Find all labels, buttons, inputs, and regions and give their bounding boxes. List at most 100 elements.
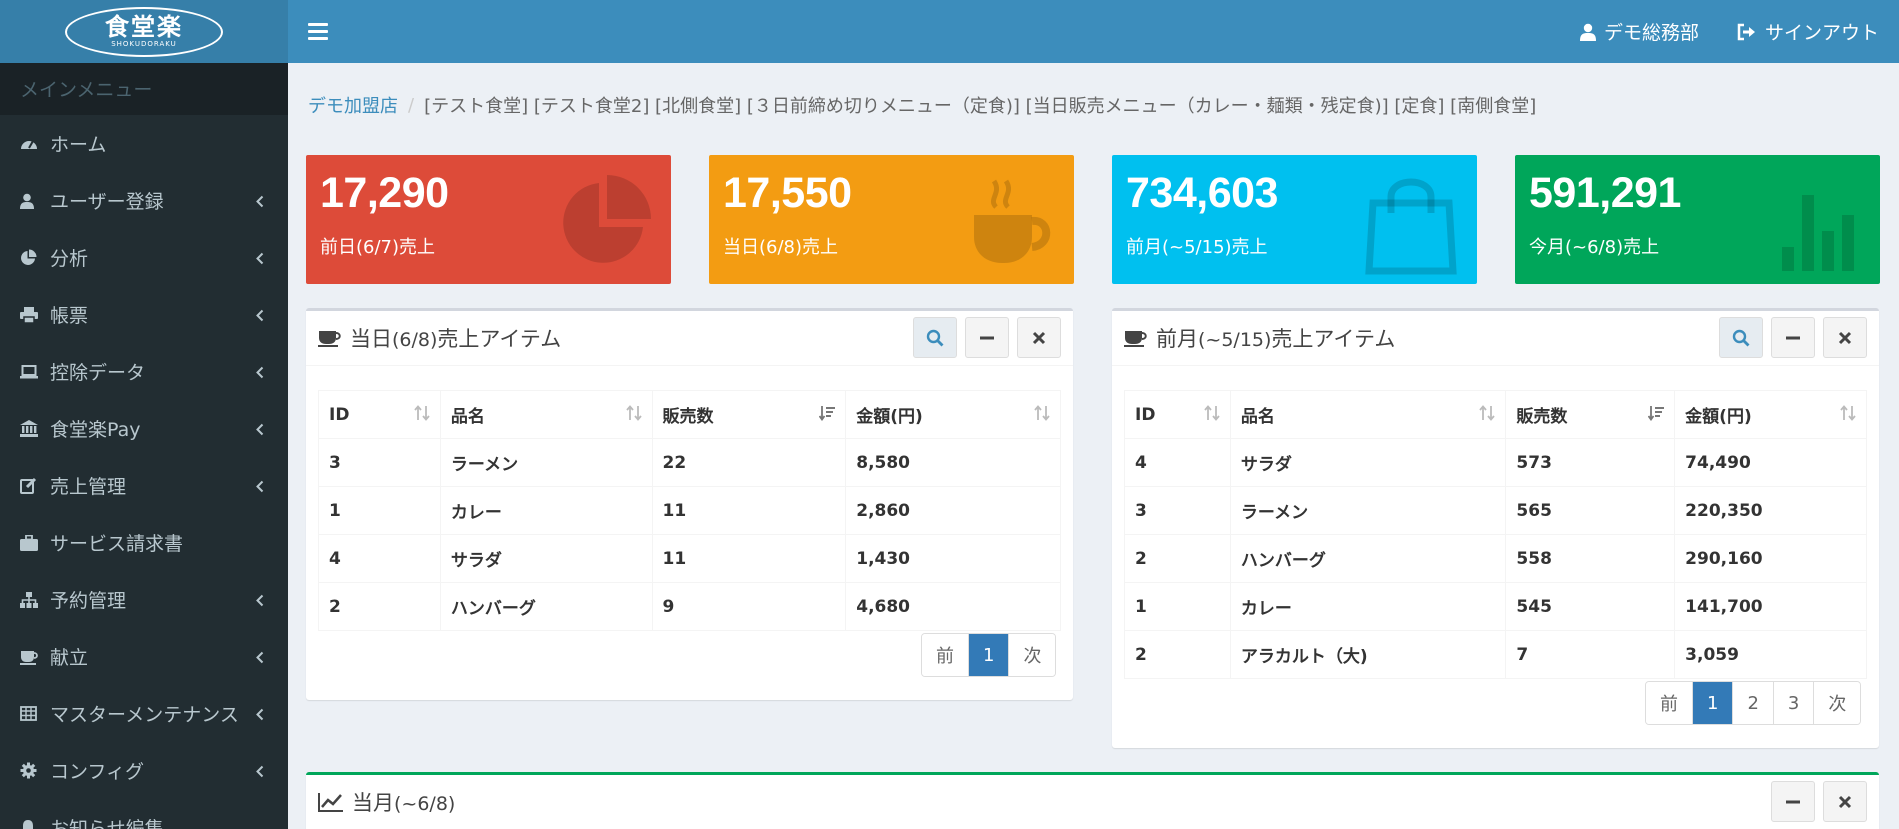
sidebar-item-label: ホーム [50,134,107,156]
sidebar-item[interactable]: マスターメンテナンス [0,685,288,742]
dashboard-icon [20,136,50,152]
gear-icon [20,762,50,779]
page-button[interactable]: 次 [1008,634,1056,676]
column-header[interactable]: ID [318,390,441,439]
page-button[interactable]: 1 [968,634,1009,676]
user-menu[interactable]: デモ総務部 [1579,18,1699,45]
table-cell: 74,490 [1674,438,1867,487]
panel-title-main: 当月 [352,791,394,815]
table-cell: サラダ [1229,438,1507,487]
sidebar-item[interactable]: 分析 [0,229,288,286]
sidebar-item-label: 献立 [50,647,89,669]
page-button[interactable]: 1 [1692,682,1733,724]
logo-subtext: SHOKUDORAKU [111,40,177,48]
column-header[interactable]: 販売数 [651,390,847,439]
table-cell: 4 [318,534,441,583]
search-button[interactable] [913,317,957,358]
sidebar: 食堂楽 SHOKUDORAKU メインメニュー ホーム ユーザー登録 分析 帳票 控除デ… [0,0,288,829]
column-header-label: 品名 [450,407,485,427]
column-header-label: 金額(円) [856,407,923,427]
line-chart-icon [318,793,343,812]
stat-box-this-month: 591,291 今月(~6/8)売上 [1515,155,1880,284]
stat-box-today: 17,550 当日(6/8)売上 [709,155,1074,284]
column-header-label: 金額(円) [1685,407,1752,427]
breadcrumb-home[interactable]: デモ加盟店 [308,92,398,118]
collapse-button[interactable] [1771,317,1815,358]
sidebar-item[interactable]: お知らせ編集 [0,799,288,829]
sidebar-item[interactable]: ホーム [0,115,288,172]
sidebar-item[interactable]: 売上管理 [0,457,288,514]
sidebar-toggle-icon[interactable] [308,19,328,43]
shopping-bag-icon [1365,178,1457,275]
table-row[interactable]: 1 カレー 545 141,700 [1124,582,1867,631]
column-header[interactable]: 金額(円) [1674,390,1867,439]
search-button[interactable] [1719,317,1763,358]
panel-title: 当月(~6/8) [318,787,455,817]
search-icon [1732,329,1750,346]
breadcrumb-stores: [テスト食堂] [テスト食堂2] [北側食堂] [３日前締め切りメニュー（定食)… [424,96,1537,117]
table-row[interactable]: 2 ハンバーグ 9 4,680 [318,582,1061,631]
chevron-left-icon [256,651,264,664]
bell-icon [20,819,50,829]
stat-value: 17,290 [320,169,449,217]
page-button[interactable]: 前 [1646,682,1692,724]
sidebar-item[interactable]: 献立 [0,628,288,685]
bank-icon [20,420,50,437]
close-button[interactable] [1823,317,1867,358]
sidebar-item-label: コンフィグ [50,761,145,783]
sidebar-item[interactable]: サービス請求書 [0,514,288,571]
column-header[interactable]: 品名 [1229,390,1507,439]
page-button[interactable]: 次 [1813,682,1861,724]
sort-desc-icon [1647,406,1665,422]
table-cell: 3,059 [1674,630,1867,679]
page-button[interactable]: 前 [922,634,968,676]
stat-label: 当日(6/8)売上 [723,237,839,258]
signout-link[interactable]: サインアウト [1737,18,1879,45]
table-row[interactable]: 4 サラダ 573 74,490 [1124,438,1867,487]
column-header[interactable]: ID [1124,390,1231,439]
sidebar-item[interactable]: 予約管理 [0,571,288,628]
collapse-button[interactable] [1771,781,1815,822]
collapse-button[interactable] [965,317,1009,358]
table-cell: アラカルト（大) [1229,630,1507,679]
table-row[interactable]: 1 カレー 11 2,860 [318,486,1061,535]
sidebar-item[interactable]: 控除データ [0,343,288,400]
edit-icon [20,477,50,494]
logo[interactable]: 食堂楽 SHOKUDORAKU [65,6,223,57]
table-row[interactable]: 2 ハンバーグ 558 290,160 [1124,534,1867,583]
table-cell: ラーメン [439,438,653,487]
table-cell: 1 [1124,582,1231,631]
table-cell: 11 [651,486,847,535]
table-cell: 1 [318,486,441,535]
chevron-left-icon [256,708,264,721]
column-header-label: 販売数 [1516,407,1568,427]
page-button[interactable]: 2 [1732,682,1773,724]
month-items-panel: 前月(~5/15)売上アイテム ID 品名 販売数 金額(円) 4 サラダ 573 74,4… [1112,308,1879,748]
table-row[interactable]: 3 ラーメン 565 220,350 [1124,486,1867,535]
column-header[interactable]: 販売数 [1505,390,1676,439]
sidebar-item[interactable]: 帳票 [0,286,288,343]
table-row[interactable]: 3 ラーメン 22 8,580 [318,438,1061,487]
pie-chart-icon [563,175,651,263]
table-row[interactable]: 4 サラダ 11 1,430 [318,534,1061,583]
breadcrumb: デモ加盟店 / [テスト食堂] [テスト食堂2] [北側食堂] [３日前締め切り… [288,63,1899,147]
table-cell: 8,580 [845,438,1061,487]
close-button[interactable] [1823,781,1867,822]
column-header[interactable]: 品名 [439,390,653,439]
table-cell: ラーメン [1229,486,1507,535]
logo-bar[interactable]: 食堂楽 SHOKUDORAKU [0,0,288,63]
briefcase-icon [20,534,50,551]
table-cell: 1,430 [845,534,1061,583]
sidebar-item[interactable]: 食堂楽Pay [0,400,288,457]
table-cell: 2,860 [845,486,1061,535]
table-row[interactable]: 2 アラカルト（大) 7 3,059 [1124,630,1867,679]
table-cell: 290,160 [1674,534,1867,583]
sidebar-item[interactable]: コンフィグ [0,742,288,799]
column-header[interactable]: 金額(円) [845,390,1061,439]
table-cell: 3 [1124,486,1231,535]
chevron-left-icon [256,480,264,493]
sidebar-item[interactable]: ユーザー登録 [0,172,288,229]
sidebar-item-label: 売上管理 [50,476,127,498]
close-button[interactable] [1017,317,1061,358]
page-button[interactable]: 3 [1772,682,1814,724]
